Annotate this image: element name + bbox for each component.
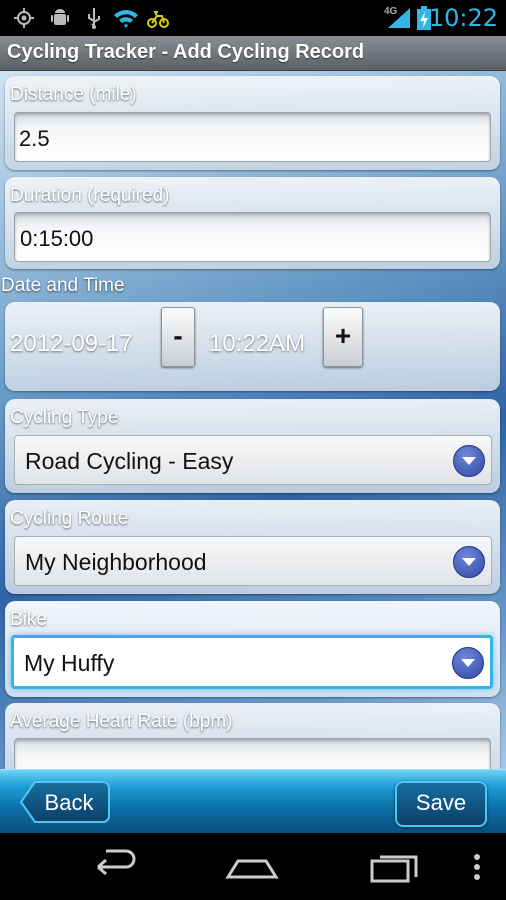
bottom-toolbar: Back Save (0, 769, 506, 834)
time-value[interactable]: 10:22AM (209, 330, 305, 358)
chevron-down-icon (453, 445, 485, 477)
cycling-app-icon (147, 11, 169, 28)
back-button[interactable]: Back (20, 781, 110, 823)
status-bar: 4G 10:22 (0, 0, 506, 36)
cycling-route-card: Cycling Route My Neighborhood (5, 500, 500, 594)
distance-input[interactable]: 2.5 (14, 112, 491, 162)
date-time-card: 2012-09-17 - 10:22AM + (5, 302, 500, 391)
distance-value: 2.5 (19, 126, 50, 151)
date-value[interactable]: 2012-09-17 (10, 330, 133, 358)
bike-select[interactable]: My Huffy (11, 635, 493, 689)
save-button[interactable]: Save (395, 781, 487, 827)
bike-card: Bike My Huffy (5, 601, 500, 697)
bike-label: Bike (10, 609, 47, 630)
save-label: Save (415, 790, 467, 815)
decrement-button[interactable]: - (161, 307, 195, 367)
heart-rate-input[interactable] (14, 738, 491, 769)
page-title: Cycling Tracker - Add Cycling Record (7, 41, 365, 63)
cycling-route-value: My Neighborhood (25, 549, 207, 575)
form-area[interactable]: Distance (mile) 2.5 Duration (required) … (0, 71, 506, 769)
title-bar: Cycling Tracker - Add Cycling Record (0, 36, 506, 71)
overflow-menu-icon[interactable] (462, 847, 492, 887)
gps-icon (14, 8, 34, 28)
cycling-type-card: Cycling Type Road Cycling - Easy (5, 399, 500, 493)
distance-card: Distance (mile) 2.5 (5, 76, 500, 170)
duration-value: 0:15:00 (20, 226, 94, 251)
usb-icon (88, 8, 100, 29)
cycling-type-label: Cycling Type (10, 407, 119, 428)
increment-button[interactable]: + (323, 307, 363, 367)
recent-apps-icon[interactable] (364, 847, 424, 887)
cycling-route-select[interactable]: My Neighborhood (14, 536, 492, 586)
cycling-type-select[interactable]: Road Cycling - Easy (14, 435, 492, 485)
android-debug-icon (51, 9, 69, 25)
distance-label: Distance (mile) (10, 84, 137, 105)
cycling-type-value: Road Cycling - Easy (25, 448, 234, 474)
chevron-down-icon (452, 647, 484, 679)
duration-input[interactable]: 0:15:00 (14, 212, 491, 262)
signal-icon (388, 8, 410, 28)
duration-label: Duration (required) (10, 185, 170, 206)
date-time-label: Date and Time (1, 275, 125, 296)
back-label: Back (44, 790, 94, 815)
heart-rate-label: Average Heart Rate (bpm) (10, 711, 233, 732)
home-icon[interactable] (222, 847, 282, 887)
back-icon[interactable] (84, 847, 144, 887)
heart-rate-card: Average Heart Rate (bpm) (5, 703, 500, 769)
system-nav-bar (0, 833, 506, 900)
chevron-down-icon (453, 546, 485, 578)
clock: 10:22 (428, 4, 498, 32)
duration-card: Duration (required) 0:15:00 (5, 177, 500, 269)
cycling-route-label: Cycling Route (10, 508, 129, 529)
bike-value: My Huffy (24, 650, 115, 676)
wifi-icon (114, 10, 138, 28)
